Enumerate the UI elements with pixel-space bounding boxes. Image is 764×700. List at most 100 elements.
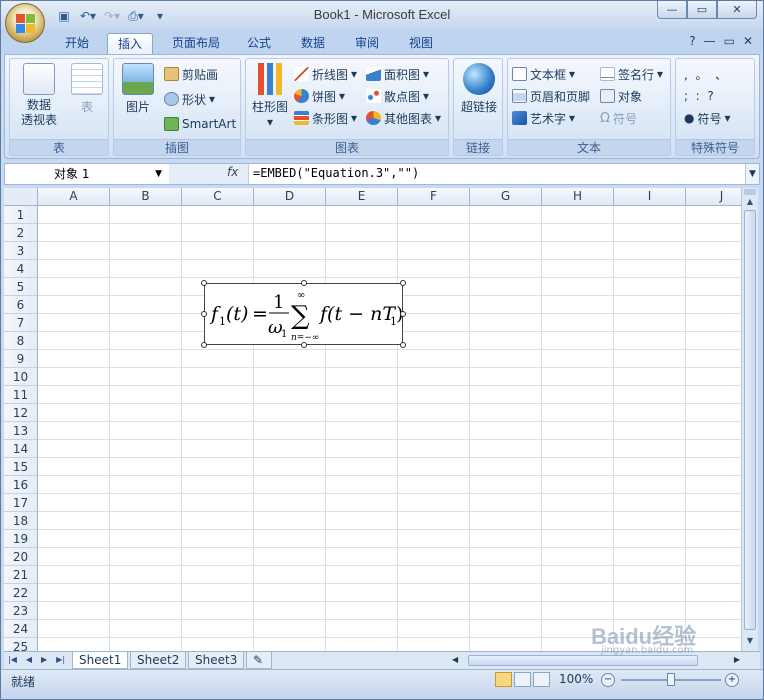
resize-handle[interactable] [201, 311, 207, 317]
row-header[interactable]: 11 [4, 386, 38, 404]
name-box[interactable]: 对象 1 ▼ [6, 165, 166, 183]
column-header[interactable]: B [110, 188, 182, 206]
tab-formulas[interactable]: 公式 [237, 33, 281, 54]
insert-sheet-icon[interactable]: ✎ [246, 652, 272, 669]
name-box-dropdown-icon[interactable]: ▼ [155, 165, 162, 183]
office-button[interactable] [5, 3, 45, 43]
row-header[interactable]: 13 [4, 422, 38, 440]
row-header[interactable]: 24 [4, 620, 38, 638]
row-header[interactable]: 17 [4, 494, 38, 512]
resize-handle[interactable] [400, 342, 406, 348]
row-header[interactable]: 9 [4, 350, 38, 368]
tab-page-layout[interactable]: 页面布局 [165, 33, 227, 54]
row-header[interactable]: 23 [4, 602, 38, 620]
table-button[interactable]: 表 [68, 63, 106, 115]
zoom-slider-thumb[interactable] [667, 673, 675, 686]
column-header[interactable]: F [398, 188, 470, 206]
row-header[interactable]: 21 [4, 566, 38, 584]
row-header[interactable]: 2 [4, 224, 38, 242]
column-header[interactable]: C [182, 188, 254, 206]
bar-chart-button[interactable]: 条形图 ▾ [294, 109, 357, 127]
worksheet-grid[interactable]: A B C D E F G H I J 1 2 3 4 5 6 7 8 9 10 11 12 13 14 15 16 17 18 19 2… [4, 188, 741, 651]
resize-handle[interactable] [400, 280, 406, 286]
row-header[interactable]: 12 [4, 404, 38, 422]
scroll-up-icon[interactable]: ▲ [744, 196, 756, 208]
insert-function-button[interactable]: fx [227, 165, 238, 179]
last-sheet-icon[interactable]: ▶| [56, 655, 65, 664]
scatter-chart-button[interactable]: 散点图 ▾ [366, 87, 429, 105]
doc-close-button[interactable]: ✕ [743, 34, 753, 48]
row-header[interactable]: 4 [4, 260, 38, 278]
row-header[interactable]: 8 [4, 332, 38, 350]
prev-sheet-icon[interactable]: ◀ [26, 655, 32, 664]
row-header[interactable]: 5 [4, 278, 38, 296]
smartart-button[interactable]: SmartArt [164, 115, 236, 133]
tab-insert[interactable]: 插入 [107, 33, 153, 54]
signature-line-button[interactable]: 签名行 ▾ [600, 65, 663, 83]
hyperlink-button[interactable]: 超链接 [456, 63, 502, 115]
horizontal-scrollbar[interactable]: ◀ ▶ [448, 654, 744, 668]
row-header[interactable]: 15 [4, 458, 38, 476]
column-header[interactable]: D [254, 188, 326, 206]
expand-formula-bar-icon[interactable]: ▼ [745, 164, 759, 184]
other-charts-button[interactable]: 其他图表 ▾ [366, 109, 441, 127]
doc-restore-button[interactable]: ▭ [724, 34, 735, 48]
picture-button[interactable]: 图片 [118, 63, 158, 115]
zoom-in-button[interactable]: + [725, 673, 739, 687]
formula-input[interactable]: =EMBED("Equation.3","") [253, 166, 419, 180]
vertical-scroll-thumb[interactable] [744, 210, 756, 630]
special-chars-row1[interactable]: , 。 、 [684, 65, 727, 83]
row-header[interactable]: 10 [4, 368, 38, 386]
pivot-table-button[interactable]: 数据 透视表 [14, 63, 64, 128]
resize-handle[interactable] [301, 280, 307, 286]
wordart-button[interactable]: 艺术字 ▾ [512, 109, 575, 127]
row-header[interactable]: 22 [4, 584, 38, 602]
symbol-button[interactable]: Ω 符号 [600, 109, 637, 127]
row-header[interactable]: 14 [4, 440, 38, 458]
scroll-right-icon[interactable]: ▶ [734, 655, 740, 664]
row-header[interactable]: 3 [4, 242, 38, 260]
doc-minimize-button[interactable]: — [704, 34, 716, 48]
area-chart-button[interactable]: 面积图 ▾ [366, 65, 429, 83]
normal-view-icon[interactable] [495, 672, 512, 687]
resize-handle[interactable] [301, 342, 307, 348]
sheet-tab-sheet3[interactable]: Sheet3 [188, 652, 245, 669]
tab-review[interactable]: 审阅 [345, 33, 389, 54]
textbox-button[interactable]: 文本框 ▾ [512, 65, 575, 83]
header-footer-button[interactable]: 页眉和页脚 [512, 87, 590, 105]
embedded-equation-object[interactable]: f 1 (t) = 1 ω 1 ∞ ∑ n=−∞ f(t − nT 1 ) [201, 280, 406, 348]
page-layout-view-icon[interactable] [514, 672, 531, 687]
resize-handle[interactable] [201, 342, 207, 348]
scroll-down-icon[interactable]: ▼ [744, 635, 756, 647]
first-sheet-icon[interactable]: |◀ [8, 655, 17, 664]
column-chart-button[interactable]: 柱形图 ▾ [248, 63, 292, 129]
column-header[interactable]: H [542, 188, 614, 206]
column-header[interactable]: J [686, 188, 741, 206]
row-header[interactable]: 19 [4, 530, 38, 548]
resize-handle[interactable] [201, 280, 207, 286]
zoom-level[interactable]: 100% [559, 672, 593, 686]
select-all-corner[interactable] [4, 188, 38, 206]
sheet-tab-sheet2[interactable]: Sheet2 [130, 652, 187, 669]
column-header[interactable]: A [38, 188, 110, 206]
tab-view[interactable]: 视图 [399, 33, 443, 54]
object-button[interactable]: 对象 [600, 87, 642, 105]
help-icon[interactable]: ? [689, 34, 695, 48]
zoom-slider[interactable] [621, 673, 721, 686]
column-header[interactable]: E [326, 188, 398, 206]
split-box-icon[interactable] [744, 189, 756, 195]
row-header[interactable]: 6 [4, 296, 38, 314]
scroll-left-icon[interactable]: ◀ [452, 655, 458, 664]
zoom-out-button[interactable]: − [601, 673, 615, 687]
tab-data[interactable]: 数据 [291, 33, 335, 54]
clipart-button[interactable]: 剪贴画 [164, 65, 218, 83]
page-break-view-icon[interactable] [533, 672, 550, 687]
minimize-button[interactable]: — [657, 1, 687, 19]
column-header[interactable]: G [470, 188, 542, 206]
next-sheet-icon[interactable]: ▶ [41, 655, 47, 664]
column-header[interactable]: I [614, 188, 686, 206]
row-header[interactable]: 1 [4, 206, 38, 224]
row-header[interactable]: 20 [4, 548, 38, 566]
row-header[interactable]: 25 [4, 638, 38, 651]
row-header[interactable]: 7 [4, 314, 38, 332]
